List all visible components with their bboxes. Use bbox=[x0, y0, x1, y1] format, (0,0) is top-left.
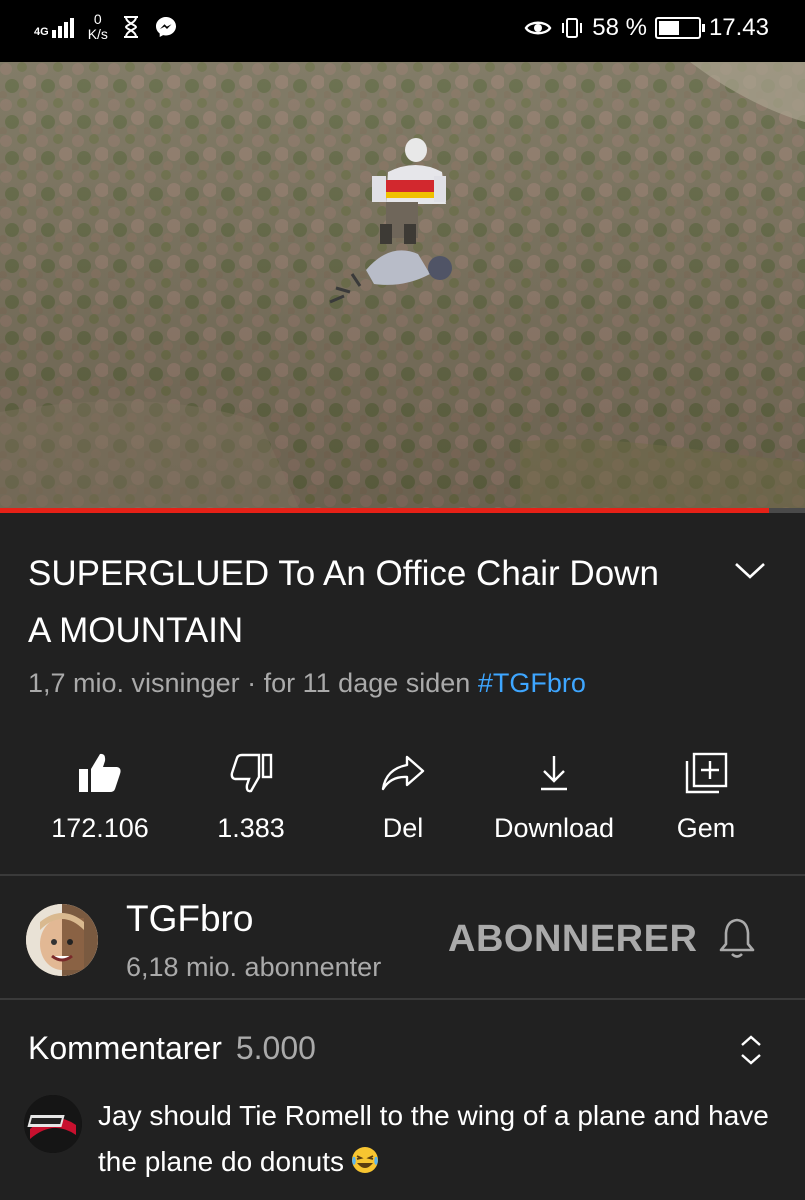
like-button[interactable]: 172.106 bbox=[20, 745, 180, 855]
signal-indicator: 4G bbox=[34, 16, 74, 38]
network-type: 4G bbox=[34, 26, 49, 38]
unfold-icon[interactable] bbox=[738, 1033, 764, 1067]
save-button[interactable]: Gem bbox=[626, 745, 786, 855]
share-button[interactable]: Del bbox=[323, 745, 483, 855]
subscriber-count: 6,18 mio. abonnenter bbox=[126, 952, 382, 982]
channel-avatar[interactable] bbox=[26, 904, 98, 976]
video-frame-hillside bbox=[0, 62, 805, 510]
dislike-count: 1.383 bbox=[217, 813, 285, 843]
divider bbox=[0, 874, 805, 876]
video-progress-bar[interactable] bbox=[0, 508, 805, 513]
hashtag-link[interactable]: #TGFbro bbox=[478, 668, 586, 698]
signal-bars-icon bbox=[51, 16, 74, 38]
comment-text: Jay should Tie Romell to the wing of a p… bbox=[98, 1093, 778, 1185]
share-label: Del bbox=[382, 813, 424, 843]
messenger-icon bbox=[155, 17, 176, 37]
battery-icon bbox=[654, 17, 705, 39]
share-icon bbox=[381, 755, 425, 791]
divider bbox=[0, 998, 805, 1000]
hourglass-icon bbox=[123, 16, 138, 38]
like-count: 172.106 bbox=[51, 813, 149, 843]
network-speed: 0 K/s bbox=[88, 12, 108, 42]
clock: 17.43 bbox=[708, 14, 769, 41]
save-label: Gem bbox=[676, 813, 736, 843]
download-label: Download bbox=[493, 813, 615, 843]
thumbs-up-icon bbox=[79, 753, 121, 792]
video-title: SUPERGLUED To An Office Chair Down A MOU… bbox=[28, 554, 659, 650]
download-icon bbox=[541, 756, 567, 791]
commenter-avatar[interactable] bbox=[24, 1095, 82, 1153]
comment-body: Jay should Tie Romell to the wing of a p… bbox=[98, 1100, 769, 1177]
dislike-button[interactable]: 1.383 bbox=[171, 745, 331, 855]
avatar-image bbox=[26, 904, 98, 976]
progress-played bbox=[0, 508, 769, 513]
view-count: 1,7 mio. visninger bbox=[28, 668, 240, 698]
add-to-playlist-icon bbox=[685, 752, 728, 794]
laughing-crying-emoji-icon bbox=[351, 1147, 378, 1173]
vibrate-icon bbox=[562, 18, 583, 38]
status-bar: 4G 0 K/s 58 % 17.43 bbox=[0, 0, 805, 62]
thumbs-down-icon bbox=[230, 753, 273, 793]
video-player[interactable] bbox=[0, 62, 805, 510]
speed-value: 0 bbox=[93, 11, 102, 27]
comments-header[interactable]: Kommentarer 5.000 bbox=[28, 1030, 316, 1067]
chevron-down-icon[interactable] bbox=[732, 558, 768, 582]
speed-unit: K/s bbox=[87, 26, 108, 42]
comments-count: 5.000 bbox=[235, 1030, 316, 1066]
action-row: 172.106 1.383 Del Download Gem bbox=[0, 745, 805, 855]
video-meta: 1,7 mio. visninger · for 11 dage siden #… bbox=[28, 668, 586, 699]
subscribed-button[interactable]: ABONNERER bbox=[448, 918, 697, 961]
upload-age: for 11 dage siden bbox=[263, 668, 471, 698]
meta-separator: · bbox=[247, 668, 257, 698]
download-button[interactable]: Download bbox=[474, 745, 634, 855]
comments-label: Kommentarer bbox=[28, 1030, 222, 1066]
commenter-logo bbox=[24, 1095, 82, 1153]
battery-percent: 58 % bbox=[592, 14, 647, 41]
channel-name[interactable]: TGFbro bbox=[126, 898, 253, 940]
bell-icon[interactable] bbox=[716, 916, 758, 960]
eye-comfort-icon bbox=[524, 21, 552, 35]
